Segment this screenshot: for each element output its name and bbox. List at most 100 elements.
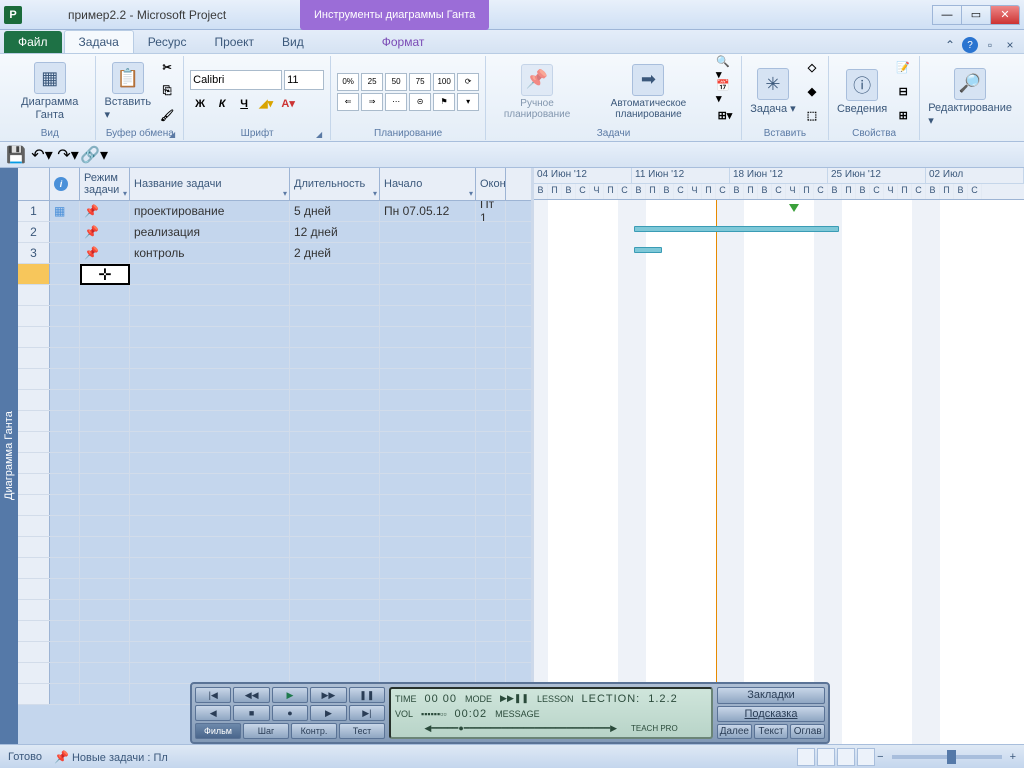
duration-cell[interactable] <box>290 663 380 683</box>
player-mode-tab[interactable]: Контр. <box>291 723 337 739</box>
duration-cell[interactable] <box>290 453 380 473</box>
name-cell[interactable] <box>130 306 290 326</box>
end-cell[interactable] <box>476 390 506 410</box>
zoom-slider[interactable] <box>892 755 1002 759</box>
row-number[interactable] <box>18 642 50 662</box>
start-cell[interactable] <box>380 600 476 620</box>
name-cell[interactable] <box>130 390 290 410</box>
col-mode[interactable]: Режим задачи▾ <box>80 168 130 200</box>
mode-cell[interactable]: 📌 <box>80 243 130 263</box>
undo-button[interactable]: ↶▾ <box>32 145 52 165</box>
duration-cell[interactable] <box>290 264 380 284</box>
name-cell[interactable]: проектирование <box>130 201 290 221</box>
end-cell[interactable] <box>476 474 506 494</box>
gantt-bar[interactable] <box>634 226 839 232</box>
end-cell[interactable] <box>476 306 506 326</box>
duration-cell[interactable] <box>290 537 380 557</box>
end-cell[interactable] <box>476 222 506 242</box>
start-cell[interactable] <box>380 222 476 242</box>
table-row[interactable] <box>18 327 531 348</box>
copy-button[interactable]: ⎘ <box>157 82 177 102</box>
zoom-out-button[interactable]: − <box>877 751 883 763</box>
duration-cell[interactable] <box>290 558 380 578</box>
mode-cell[interactable] <box>80 684 130 704</box>
gantt-chart[interactable]: 04 Июн '1211 Июн '1218 Июн '1225 Июн '12… <box>531 168 1024 744</box>
name-cell[interactable] <box>130 516 290 536</box>
end-cell[interactable] <box>476 327 506 347</box>
player-rewind-button[interactable]: ◀◀ <box>233 687 269 703</box>
mode-cell[interactable] <box>80 495 130 515</box>
table-row[interactable] <box>18 579 531 600</box>
mode-cell[interactable] <box>80 411 130 431</box>
mode-cell[interactable] <box>80 642 130 662</box>
table-row[interactable] <box>18 642 531 663</box>
table-row[interactable] <box>18 369 531 390</box>
mode-cell[interactable] <box>80 453 130 473</box>
duration-cell[interactable] <box>290 600 380 620</box>
tab-task[interactable]: Задача <box>64 30 134 53</box>
mode-button[interactable]: ⊞▾ <box>715 106 735 126</box>
player-mode-tab[interactable]: Фильм <box>195 723 241 739</box>
redo-button[interactable]: ↷▾ <box>58 145 78 165</box>
name-cell[interactable] <box>130 537 290 557</box>
row-number[interactable]: 2 <box>18 222 50 242</box>
start-cell[interactable] <box>380 453 476 473</box>
manual-schedule-button[interactable]: 📌 Ручное планирование <box>492 62 582 122</box>
col-indicator[interactable]: i <box>50 168 80 200</box>
milestone-button[interactable]: ◆ <box>802 82 822 102</box>
task-grid[interactable]: i Режим задачи▾ Название задачи▾ Длитель… <box>18 168 531 744</box>
mode-cell[interactable] <box>80 516 130 536</box>
row-number[interactable]: 3 <box>18 243 50 263</box>
row-number[interactable] <box>18 474 50 494</box>
duration-cell[interactable] <box>290 495 380 515</box>
player-play-button[interactable]: ▶ <box>272 687 308 703</box>
information-button[interactable]: ⓘ Сведения <box>835 67 889 117</box>
dialog-launcher-icon[interactable]: ◢ <box>167 130 177 140</box>
start-cell[interactable] <box>380 537 476 557</box>
format-painter-button[interactable]: 🖌 <box>157 106 177 126</box>
name-cell[interactable]: реализация <box>130 222 290 242</box>
duration-cell[interactable] <box>290 516 380 536</box>
move-button[interactable]: 📅▾ <box>715 82 735 102</box>
player-prev-button[interactable]: ◀ <box>195 705 231 721</box>
table-row[interactable] <box>18 453 531 474</box>
table-row[interactable] <box>18 663 531 684</box>
row-number[interactable] <box>18 663 50 683</box>
row-number[interactable] <box>18 558 50 578</box>
link-button[interactable]: 🔗▾ <box>84 145 104 165</box>
editing-button[interactable]: 🔎 Редактирование ▾ <box>926 66 1014 129</box>
col-duration[interactable]: Длительность▾ <box>290 168 380 200</box>
end-cell[interactable] <box>476 495 506 515</box>
underline-button[interactable]: Ч <box>234 94 254 114</box>
mode-cell[interactable] <box>80 474 130 494</box>
end-cell[interactable] <box>476 642 506 662</box>
row-number[interactable] <box>18 327 50 347</box>
start-cell[interactable] <box>380 327 476 347</box>
row-number[interactable] <box>18 411 50 431</box>
player-prev-chapter-button[interactable]: |◀ <box>195 687 231 703</box>
start-cell[interactable] <box>380 558 476 578</box>
col-task-name[interactable]: Название задачи▾ <box>130 168 290 200</box>
percent-complete-buttons[interactable]: 0%255075100⟳ ⇐⇒⋯⊝⚑▾ <box>337 73 479 111</box>
duration-cell[interactable]: 12 дней <box>290 222 380 242</box>
table-row[interactable] <box>18 432 531 453</box>
duration-cell[interactable] <box>290 411 380 431</box>
start-cell[interactable] <box>380 516 476 536</box>
paste-button[interactable]: 📋 Вставить ▾ <box>102 60 153 123</box>
timeline-button[interactable]: ⊞ <box>893 106 913 126</box>
tab-view[interactable]: Вид <box>268 31 318 53</box>
end-cell[interactable] <box>476 348 506 368</box>
start-cell[interactable] <box>380 285 476 305</box>
end-cell[interactable] <box>476 264 506 284</box>
name-cell[interactable] <box>130 453 290 473</box>
mode-cell[interactable] <box>80 369 130 389</box>
player-hint-button[interactable]: Подсказка <box>717 706 825 723</box>
mode-cell[interactable] <box>80 537 130 557</box>
player-pause-button[interactable]: ❚❚ <box>349 687 385 703</box>
mdi-close-icon[interactable]: × <box>1002 37 1018 53</box>
mode-cell[interactable] <box>80 663 130 683</box>
tab-format[interactable]: Формат <box>368 31 439 53</box>
mode-cell[interactable] <box>80 264 130 284</box>
mode-cell[interactable] <box>80 285 130 305</box>
zoom-in-button[interactable]: + <box>1010 751 1016 763</box>
